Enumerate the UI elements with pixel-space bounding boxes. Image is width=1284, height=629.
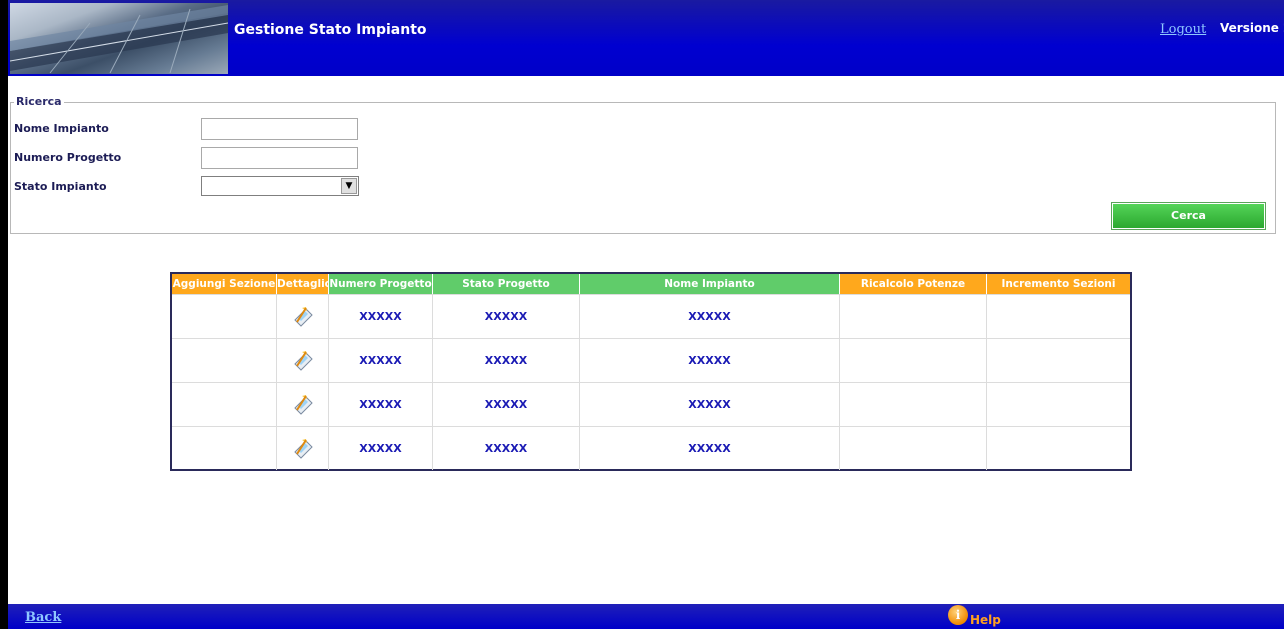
info-icon[interactable]: i [948, 605, 968, 625]
logout-link[interactable]: Logout [1160, 22, 1206, 37]
cell-ricalcolo-potenze [840, 339, 987, 382]
edit-document-icon[interactable] [292, 306, 314, 328]
col-stato-progetto[interactable]: Stato Progetto [433, 274, 580, 294]
cell-aggiungi-sezione [172, 427, 277, 470]
chevron-down-icon[interactable]: ▼ [341, 178, 357, 194]
col-incremento-sezioni[interactable]: Incremento Sezioni [987, 274, 1130, 294]
cell-ricalcolo-potenze [840, 383, 987, 426]
table-row: XXXXX XXXXX XXXXX [172, 382, 1130, 426]
header-bar: Gestione Stato Impianto Logout Versione … [8, 0, 1284, 76]
footer-bar: Back i Help [8, 604, 1284, 629]
cell-dettaglio [277, 383, 329, 426]
cell-incremento-sezioni [987, 383, 1130, 426]
cell-stato-progetto: XXXXX [433, 383, 580, 426]
cell-ricalcolo-potenze [840, 295, 987, 338]
edit-document-icon[interactable] [292, 394, 314, 416]
table-header: Aggiungi Sezione Dettaglio Numero Proget… [172, 274, 1130, 294]
col-nome-impianto[interactable]: Nome Impianto [580, 274, 840, 294]
cell-stato-progetto: XXXXX [433, 339, 580, 382]
search-button[interactable]: Cerca [1111, 202, 1266, 230]
cell-aggiungi-sezione [172, 383, 277, 426]
edit-document-icon[interactable] [292, 438, 314, 460]
cell-ricalcolo-potenze [840, 427, 987, 470]
cell-incremento-sezioni [987, 339, 1130, 382]
cell-nome-impianto: XXXXX [580, 339, 840, 382]
table-row: XXXXX XXXXX XXXXX [172, 338, 1130, 382]
cell-dettaglio [277, 339, 329, 382]
cell-aggiungi-sezione [172, 339, 277, 382]
search-legend: Ricerca [14, 95, 64, 108]
col-aggiungi-sezione[interactable]: Aggiungi Sezione [172, 274, 277, 294]
search-fieldset: Ricerca Nome Impianto Numero Progetto St… [10, 95, 1276, 234]
back-link[interactable]: Back [25, 610, 61, 625]
page-title: Gestione Stato Impianto [234, 22, 427, 38]
numero-progetto-label: Numero Progetto [14, 151, 122, 164]
cell-numero-progetto: XXXXX [329, 295, 433, 338]
page: Gestione Stato Impianto Logout Versione … [0, 0, 1284, 629]
solar-panel-banner-image [10, 3, 228, 74]
version-label: Versione 2.0 [1220, 21, 1284, 35]
cell-dettaglio [277, 427, 329, 470]
numero-progetto-input[interactable] [201, 147, 358, 169]
cell-dettaglio [277, 295, 329, 338]
nome-impianto-label: Nome Impianto [14, 122, 109, 135]
cell-numero-progetto: XXXXX [329, 339, 433, 382]
col-numero-progetto[interactable]: Numero Progetto [329, 274, 433, 294]
cell-nome-impianto: XXXXX [580, 383, 840, 426]
cell-incremento-sezioni [987, 427, 1130, 470]
edit-document-icon[interactable] [292, 350, 314, 372]
cell-incremento-sezioni [987, 295, 1130, 338]
nome-impianto-input[interactable] [201, 118, 358, 140]
col-dettaglio[interactable]: Dettaglio [277, 274, 329, 294]
cell-numero-progetto: XXXXX [329, 427, 433, 470]
stato-impianto-label: Stato Impianto [14, 180, 107, 193]
help-link[interactable]: Help [970, 613, 1001, 627]
cell-stato-progetto: XXXXX [433, 295, 580, 338]
col-ricalcolo-potenze[interactable]: Ricalcolo Potenze [840, 274, 987, 294]
table-row: XXXXX XXXXX XXXXX [172, 294, 1130, 338]
cell-numero-progetto: XXXXX [329, 383, 433, 426]
stato-impianto-select[interactable]: ▼ [201, 176, 359, 196]
cell-stato-progetto: XXXXX [433, 427, 580, 470]
table-row: XXXXX XXXXX XXXXX [172, 426, 1130, 470]
results-table: Aggiungi Sezione Dettaglio Numero Proget… [170, 272, 1132, 471]
cell-aggiungi-sezione [172, 295, 277, 338]
cell-nome-impianto: XXXXX [580, 427, 840, 470]
cell-nome-impianto: XXXXX [580, 295, 840, 338]
